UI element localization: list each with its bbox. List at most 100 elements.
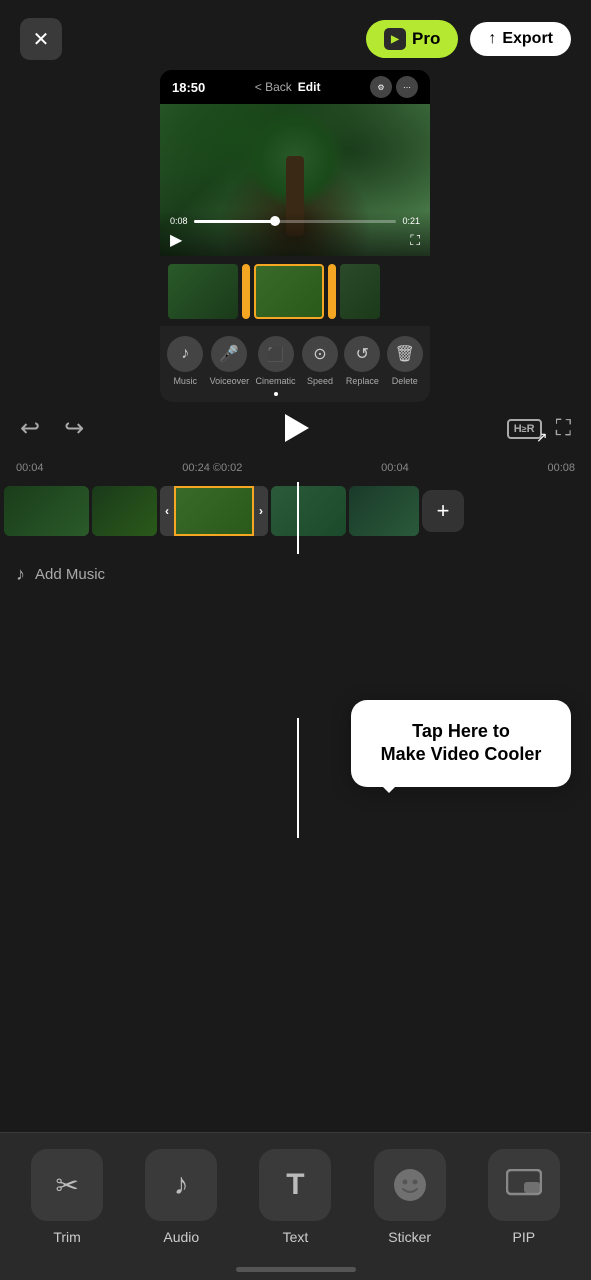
- speed-tool-icon: ⊙: [302, 336, 338, 372]
- add-clip-icon: +: [437, 498, 450, 524]
- undo-button[interactable]: ↩: [20, 414, 40, 443]
- bottom-toolbar: ✂ Trim ♪ Audio T Text: [0, 1132, 591, 1280]
- tooltip-bubble: Tap Here to Make Video Cooler: [351, 700, 571, 787]
- progress-track[interactable]: [194, 220, 397, 223]
- timeline-clip-1[interactable]: [4, 486, 89, 536]
- cursor-icon: ↗: [536, 429, 548, 446]
- replace-tool-icon: ↺: [344, 336, 380, 372]
- close-button[interactable]: ✕: [20, 18, 62, 60]
- voiceover-tool-label: Voiceover: [210, 376, 250, 386]
- sticker-tool[interactable]: Sticker: [360, 1149, 460, 1245]
- replace-tool-label: Replace: [346, 376, 379, 386]
- phone-icon-1: ⚙: [370, 76, 392, 98]
- ruler-time-3: 00:08: [547, 462, 575, 474]
- add-clip-button[interactable]: +: [422, 490, 464, 532]
- timeline-tracks: ‹ › +: [0, 482, 591, 554]
- phone-expand-icon[interactable]: ⛶: [410, 232, 420, 249]
- trim-tool[interactable]: ✂ Trim: [17, 1149, 117, 1245]
- audio-label: Audio: [163, 1229, 199, 1245]
- ruler-times-row: 00:04 00:24 ©0:02 00:04 00:08: [16, 462, 575, 474]
- clip-marker-right[interactable]: ›: [254, 486, 268, 536]
- phone-clip-3[interactable]: [340, 264, 380, 319]
- delete-tool-icon: 🗑: [387, 336, 423, 372]
- phone-tool-voiceover[interactable]: 🎤 Voiceover: [210, 336, 250, 396]
- phone-tool-delete[interactable]: 🗑 Delete: [387, 336, 423, 396]
- music-icon: ♪: [16, 564, 25, 585]
- timeline-clip-2[interactable]: [92, 486, 157, 536]
- text-tool[interactable]: T Text: [245, 1149, 345, 1245]
- text-icon-container: T: [259, 1149, 331, 1221]
- pip-tool[interactable]: PIP: [474, 1149, 574, 1245]
- phone-toolbar: ♪ Music 🎤 Voiceover ⬛ Cinematic ⊙: [160, 326, 430, 402]
- close-icon: ✕: [33, 27, 50, 52]
- text-label: Text: [283, 1229, 309, 1245]
- right-controls: H≥R ↗ ⛶: [507, 415, 571, 441]
- audio-tool[interactable]: ♪ Audio: [131, 1149, 231, 1245]
- play-button[interactable]: [273, 406, 317, 450]
- add-music-row[interactable]: ♪ Add Music: [0, 554, 591, 595]
- bottom-tools-row: ✂ Trim ♪ Audio T Text: [0, 1133, 591, 1255]
- phone-tool-cinematic[interactable]: ⬛ Cinematic: [256, 336, 296, 396]
- fullscreen-button[interactable]: ⛶: [556, 415, 571, 441]
- phone-tool-music[interactable]: ♪ Music: [167, 336, 203, 396]
- voiceover-tool-icon: 🎤: [211, 336, 247, 372]
- ruler-time-2: 00:04: [381, 462, 409, 474]
- audio-icon: ♪: [174, 1168, 189, 1202]
- cinematic-active-indicator: [274, 392, 278, 396]
- phone-tool-replace[interactable]: ↺ Replace: [344, 336, 380, 396]
- phone-clip-1[interactable]: [168, 264, 238, 319]
- audio-icon-container: ♪: [145, 1149, 217, 1221]
- timeline-clip-4[interactable]: [271, 486, 346, 536]
- pro-icon: ▶: [384, 28, 406, 50]
- phone-tool-speed[interactable]: ⊙ Speed: [302, 336, 338, 396]
- cinematic-tool-icon: ⬛: [258, 336, 294, 372]
- pro-label: Pro: [412, 29, 440, 49]
- delete-tool-label: Delete: [392, 376, 418, 386]
- phone-icon-2: ⋯: [396, 76, 418, 98]
- export-button[interactable]: ↑ Export: [470, 22, 571, 56]
- progress-fill: [194, 220, 275, 223]
- video-preview[interactable]: 0:08 0:21 ▶ ⛶: [160, 104, 430, 256]
- redo-button[interactable]: ↪: [64, 414, 84, 443]
- pro-button[interactable]: ▶ Pro: [366, 20, 458, 58]
- home-indicator: [236, 1267, 356, 1272]
- text-icon: T: [286, 1168, 304, 1202]
- progress-thumb: [270, 216, 280, 226]
- cinematic-tool-label: Cinematic: [256, 376, 296, 386]
- trim-label: Trim: [53, 1229, 80, 1245]
- playhead-line: [297, 482, 299, 554]
- phone-timeline: [160, 256, 430, 326]
- phone-back-button[interactable]: < Back: [255, 80, 292, 94]
- progress-end-time: 0:21: [402, 216, 420, 226]
- timeline-clip-3-selected[interactable]: [174, 486, 254, 536]
- export-icon: ↑: [488, 30, 496, 48]
- tooltip-line1: Tap Here to: [412, 721, 510, 741]
- pip-icon-container: [488, 1149, 560, 1221]
- clip-handle-right[interactable]: [328, 264, 336, 319]
- pip-label: PIP: [513, 1229, 536, 1245]
- playback-bar: ↩ ↪ H≥R ↗ ⛶: [0, 402, 591, 454]
- sticker-icon: [392, 1167, 428, 1203]
- main-playhead-line: [297, 718, 299, 838]
- sticker-label: Sticker: [388, 1229, 431, 1245]
- timeline-ruler: 00:04 00:24 ©0:02 00:04 00:08: [0, 454, 591, 482]
- phone-play-icon[interactable]: ▶: [170, 230, 182, 250]
- phone-edit-label: Edit: [298, 80, 321, 94]
- ruler-time-1: 00:24 ©0:02: [182, 462, 242, 474]
- pip-icon: [506, 1169, 542, 1201]
- clip-marker-left[interactable]: ‹: [160, 486, 174, 536]
- add-music-label: Add Music: [35, 566, 105, 583]
- tooltip-line2: Make Video Cooler: [381, 744, 542, 764]
- main-track-row: ‹ › +: [0, 482, 591, 540]
- phone-nav: < Back Edit: [255, 80, 321, 94]
- hdr-control: H≥R ↗: [507, 419, 542, 437]
- phone-clip-2[interactable]: [254, 264, 324, 319]
- phone-screen: 18:50 < Back Edit ⚙ ⋯ 0:08: [160, 70, 430, 402]
- timeline-clip-5[interactable]: [349, 486, 419, 536]
- phone-header: 18:50 < Back Edit ⚙ ⋯: [160, 70, 430, 104]
- ruler-time-0: 00:04: [16, 462, 44, 474]
- trim-icon: ✂: [55, 1169, 78, 1202]
- clip-handle-left[interactable]: [242, 264, 250, 319]
- export-label: Export: [502, 30, 553, 48]
- speed-tool-label: Speed: [307, 376, 333, 386]
